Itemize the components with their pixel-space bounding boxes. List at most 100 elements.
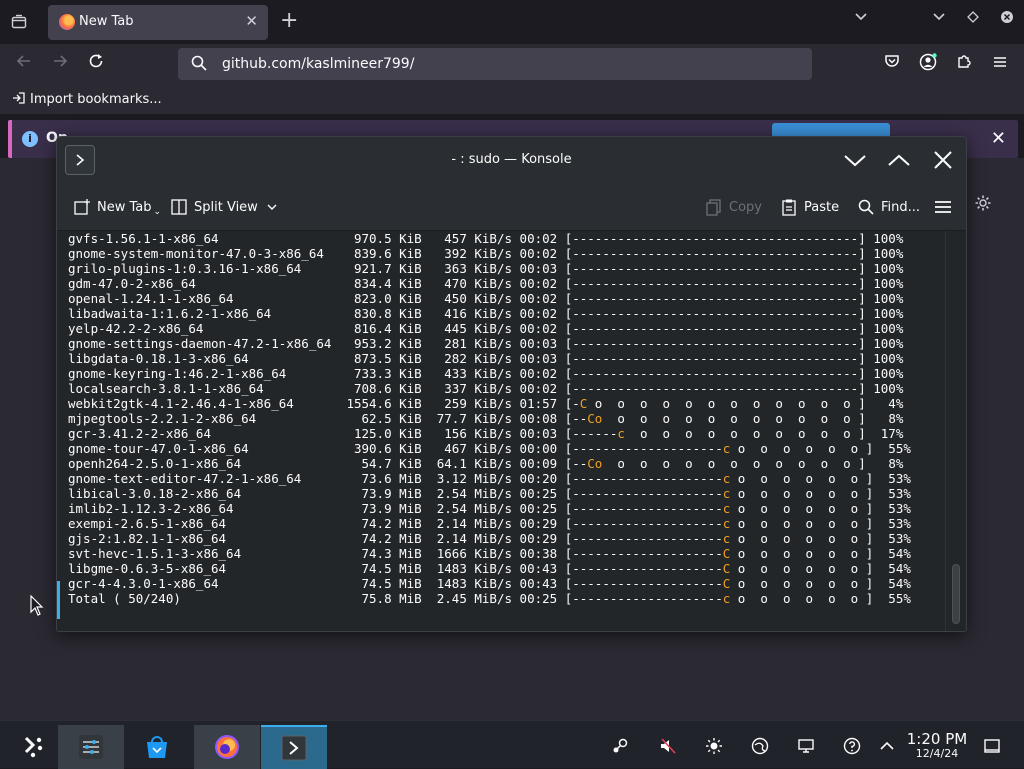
plus-icon[interactable]: +: [280, 8, 298, 34]
konsole-task[interactable]: [261, 725, 327, 769]
search-icon: [190, 54, 208, 76]
terminal-line: gcr-3.41.2-2-x86_64 125.0 KiB 156 KiB/s …: [68, 426, 911, 441]
chevron-down-icon[interactable]: [854, 10, 868, 28]
terminal-line-text: exempi-2.6.5-1-x86_64 74.2 MiB 2.14 MiB/…: [68, 516, 723, 531]
terminal-line-text: o o o o o o ] 53%: [730, 501, 911, 516]
reload-icon[interactable]: [83, 52, 109, 78]
hamburger-icon[interactable]: [934, 197, 958, 217]
terminal-line-text: libgdata-0.18.1-3-x86_64 873.5 KiB 282 K…: [68, 351, 904, 366]
tray-expand-icon[interactable]: [878, 737, 896, 755]
brightness-icon[interactable]: [705, 737, 723, 755]
kde-launcher-icon[interactable]: [0, 725, 66, 769]
show-desktop-icon[interactable]: [983, 737, 1001, 755]
terminal-line-text: gnome-system-monitor-47.0-3-x86_64 839.6…: [68, 246, 904, 261]
split-view-button[interactable]: Split View: [170, 197, 284, 217]
new-tab-button[interactable]: New Tab ⌄: [73, 197, 161, 217]
network-icon[interactable]: [751, 737, 769, 755]
terminal-line-text: o o o o o o ] 53%: [730, 531, 911, 546]
forward-arrow-icon[interactable]: [47, 52, 73, 78]
terminal-line: webkit2gtk-4.1-2.46.4-1-x86_64 1554.6 Ki…: [68, 396, 911, 411]
konsole-titlebar[interactable]: - : sudo — Konsole: [57, 137, 966, 183]
find-button[interactable]: Find...: [857, 197, 920, 217]
terminal-line: exempi-2.6.5-1-x86_64 74.2 MiB 2.14 MiB/…: [68, 516, 911, 531]
konsole-toolbar: New Tab ⌄ Split View Copy Paste Find...: [57, 183, 966, 231]
terminal-line-text: o o o o o o ] 55%: [730, 591, 911, 606]
import-bookmarks-item[interactable]: Import bookmarks...: [12, 91, 162, 109]
terminal-line-text: gnome-text-editor-47.2-1-x86_64 73.6 MiB…: [68, 471, 723, 486]
terminal-line-text: gjs-2:1.82.1-1-x86_64 74.2 MiB 2.14 MiB/…: [68, 531, 723, 546]
gear-icon[interactable]: [974, 194, 992, 212]
close-icon[interactable]: [930, 148, 956, 172]
terminal-line: grilo-plugins-1:0.3.16-1-x86_64 921.7 Ki…: [68, 261, 911, 276]
discover-store-icon[interactable]: [124, 725, 190, 769]
konsole-title: - : sudo — Konsole: [451, 152, 572, 167]
paste-button[interactable]: Paste: [780, 197, 839, 217]
overview-icon[interactable]: [8, 11, 30, 33]
find-icon: [858, 199, 874, 215]
terminal-line-text: o o o o o o o o o o o ] 8%: [602, 456, 904, 471]
split-view-icon: [171, 199, 187, 215]
chevron-down-icon: ⌄: [153, 207, 162, 217]
chevron-down-icon: [267, 204, 277, 210]
url-text[interactable]: github.com/kaslmineer799/: [222, 56, 414, 72]
scrollbar-thumb[interactable]: [952, 564, 960, 624]
diamond-icon[interactable]: [966, 10, 980, 28]
terminal-output[interactable]: gvfs-1.56.1-1-x86_64 970.5 KiB 457 KiB/s…: [57, 231, 947, 631]
display-icon[interactable]: [797, 737, 815, 755]
bookmarks-toolbar: Import bookmarks...: [0, 86, 1024, 114]
info-icon: i: [22, 131, 38, 147]
firefox-icon[interactable]: [194, 725, 260, 769]
terminal-line-text: mjpegtools-2.2.1-2-x86_64 62.5 KiB 77.7 …: [68, 411, 588, 426]
close-icon[interactable]: ✕: [245, 12, 258, 30]
progress-marker: c: [617, 426, 625, 441]
chevron-down-icon[interactable]: [932, 10, 946, 28]
paste-icon: [782, 199, 796, 216]
terminal-line-text: libgme-0.6.3-5-x86_64 74.5 MiB 1483 KiB/…: [68, 561, 723, 576]
terminal-line-text: o o o o o o o o o o o ] 8%: [602, 411, 904, 426]
terminal-line-text: imlib2-1.12.3-2-x86_64 73.9 MiB 2.54 MiB…: [68, 501, 723, 516]
terminal-line-text: o o o o o o o o o o ] 17%: [624, 426, 904, 441]
terminal-line: openal-1.24.1-1-x86_64 823.0 KiB 450 KiB…: [68, 291, 911, 306]
terminal-line: gnome-settings-daemon-47.2-1-x86_64 953.…: [68, 336, 911, 351]
terminal-line-text: libadwaita-1:1.6.2-1-x86_64 830.8 KiB 41…: [68, 306, 904, 321]
volume-muted-icon[interactable]: [659, 737, 677, 755]
new-tab-icon: [74, 199, 90, 215]
terminal-line-text: o o o o o o ] 54%: [730, 576, 911, 591]
back-arrow-icon[interactable]: [11, 52, 37, 78]
terminal-line-text: gnome-keyring-1:46.2-1-x86_64 733.3 KiB …: [68, 366, 904, 381]
system-settings-icon[interactable]: [58, 725, 124, 769]
pocket-icon[interactable]: [879, 52, 905, 78]
import-bookmarks-label: Import bookmarks...: [30, 92, 162, 107]
copy-button[interactable]: Copy: [705, 197, 762, 217]
new-tab-label: New Tab: [97, 199, 152, 215]
terminal-line-text: localsearch-3.8.1-1-x86_64 708.6 KiB 337…: [68, 381, 904, 396]
maximize-icon[interactable]: [886, 148, 912, 172]
terminal-line-text: o o o o o o ] 53%: [730, 471, 911, 486]
account-icon[interactable]: [915, 52, 941, 78]
terminal-line-text: o o o o o o ] 55%: [730, 441, 911, 456]
url-bar[interactable]: github.com/kaslmineer799/: [178, 48, 812, 80]
terminal-line: gdm-47.0-2-x86_64 834.4 KiB 470 KiB/s 00…: [68, 276, 911, 291]
menu-icon[interactable]: [987, 52, 1013, 78]
browser-tab-new-tab[interactable]: New Tab ✕: [48, 5, 268, 40]
steam-icon[interactable]: [611, 737, 629, 755]
terminal-scrollbar[interactable]: [945, 231, 966, 631]
terminal-line-text: svt-hevc-1.5.1-3-x86_64 74.3 MiB 1666 Ki…: [68, 546, 723, 561]
terminal-line: gcr-4-4.3.0-1-x86_64 74.5 MiB 1483 KiB/s…: [68, 576, 911, 591]
extensions-icon[interactable]: [951, 52, 977, 78]
clock-time: 1:20 PM: [906, 730, 968, 748]
terminal-line: gvfs-1.56.1-1-x86_64 970.5 KiB 457 KiB/s…: [68, 231, 911, 246]
terminal-line-text: libical-3.0.18-2-x86_64 73.9 MiB 2.54 Mi…: [68, 486, 723, 501]
terminal-line-text: o o o o o o ] 54%: [730, 546, 911, 561]
help-icon[interactable]: [843, 737, 861, 755]
close-icon[interactable]: ✕: [991, 128, 1006, 149]
clock[interactable]: 1:20 PM 12/4/24: [900, 730, 974, 760]
terminal-line-text: o o o o o o ] 54%: [730, 561, 911, 576]
close-window-icon[interactable]: [1000, 10, 1014, 28]
minimize-icon[interactable]: [842, 148, 868, 172]
terminal-line: yelp-42.2-2-x86_64 816.4 KiB 445 KiB/s 0…: [68, 321, 911, 336]
browser-nav-bar: github.com/kaslmineer799/: [0, 44, 1024, 86]
terminal-line-text: o o o o o o ] 53%: [730, 486, 911, 501]
terminal-line: libgdata-0.18.1-3-x86_64 873.5 KiB 282 K…: [68, 351, 911, 366]
notification-action-button[interactable]: [772, 123, 890, 137]
